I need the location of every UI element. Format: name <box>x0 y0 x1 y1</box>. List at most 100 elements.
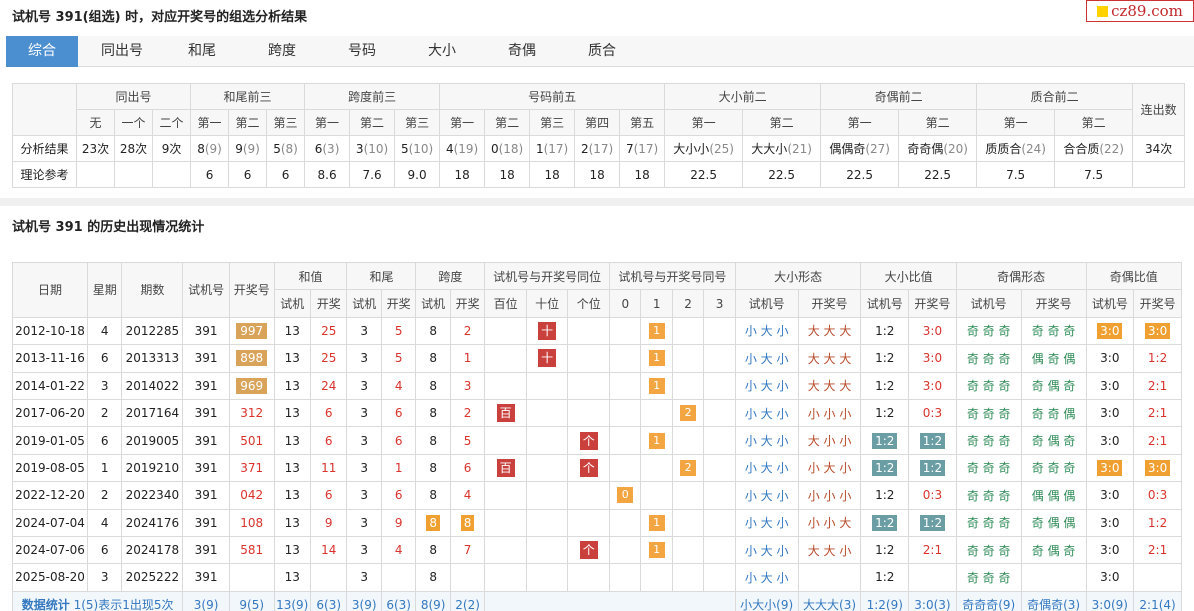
oe-ratio-draw-value: 2:1 <box>1147 406 1168 421</box>
same-number-n2 <box>671 426 705 455</box>
result-value: 9次 <box>161 142 182 156</box>
tail-draw-cell: 1 <box>380 453 417 483</box>
result-value: 3 <box>355 141 364 156</box>
span-test-cell-value: 8 <box>429 378 437 393</box>
tail-test-cell: 3 <box>346 481 382 510</box>
result-count: (22) <box>1099 142 1124 156</box>
week-cell: 1 <box>87 453 123 483</box>
week-cell: 4 <box>87 508 123 537</box>
same-number-n1 <box>640 481 673 510</box>
bs-ratio-draw: 1:2 <box>908 426 957 455</box>
bs-ratio-test-value: 1:2 <box>875 378 895 393</box>
oe-ratio-draw-value: 2:1 <box>1147 378 1168 393</box>
tab-comprehensive[interactable]: 综合 <box>6 36 78 67</box>
stats-note: 1(5)表示1出现5次 <box>73 598 174 611</box>
same-number-n3 <box>703 344 736 373</box>
date-cell: 2019-01-05 <box>11 426 89 455</box>
oe-form-draw: 奇 奇 偶 <box>1020 398 1087 428</box>
test-number-cell: 391 <box>182 371 230 400</box>
same-position-bai <box>484 563 527 592</box>
number-marker: 1 <box>648 322 665 339</box>
oe-form-draw: 奇 奇 奇 <box>1020 316 1087 346</box>
sum-draw-cell: 24 <box>309 371 348 400</box>
oe-form-test: 奇 奇 奇 <box>955 563 1022 592</box>
span-test-cell: 8 <box>415 535 451 565</box>
span-draw-cell-value: 1 <box>463 351 472 366</box>
same-number-n3 <box>703 563 736 592</box>
bs-form-test: 小 大 小 <box>734 398 799 428</box>
bs-ratio-test: 1:2 <box>860 481 910 510</box>
reference-cell: 22.5 <box>664 161 744 188</box>
date-cell: 2019-08-05 <box>11 453 89 483</box>
same-number-n3 <box>703 316 736 346</box>
subheader-cell: 第一 <box>439 109 486 136</box>
week-cell: 6 <box>87 535 123 565</box>
tail-draw-cell: 6 <box>380 426 417 455</box>
reference-cell: 6 <box>266 161 306 188</box>
sub-draw-num: 开奖号 <box>1133 289 1182 318</box>
logo-text: cz89.com <box>1111 2 1183 20</box>
sub-1: 1 <box>640 289 673 318</box>
tab-span[interactable]: 跨度 <box>246 36 318 67</box>
theory-reference-row: 理论参考 6 6 6 8.6 7.6 9.0 18 18 18 18 18 22.5 22.5 22.5 22… <box>12 161 1186 188</box>
result-cell: 3(10) <box>349 135 396 162</box>
stats-cell: 1:2(9) <box>860 590 910 611</box>
tab-prime-composite[interactable]: 质合 <box>566 36 638 67</box>
oe-form-draw: 奇 偶 奇 <box>1020 426 1087 455</box>
site-logo[interactable]: cz89.com <box>1086 0 1194 22</box>
stats-cell: 3:0(3) <box>908 590 957 611</box>
same-number-n2 <box>671 316 705 346</box>
table-row: 2012-10-18 4 2012285 391 997 13 25 3 5 8 2 十 1 小 大 小大… <box>11 316 1182 346</box>
same-position-bai <box>484 535 527 565</box>
bs-ratio-draw: 1:2 <box>908 508 957 537</box>
subheader-cell: 第一 <box>664 109 744 136</box>
logo-square-icon <box>1097 5 1109 17</box>
sum-test-cell: 13 <box>273 535 311 565</box>
issue-cell: 2024176 <box>121 508 184 537</box>
same-position-ge <box>567 316 611 346</box>
stats-cell: 6(3) <box>309 590 348 611</box>
tab-odd-even[interactable]: 奇偶 <box>486 36 558 67</box>
span-draw-cell: 6 <box>449 453 486 483</box>
result-value: 8 <box>197 141 205 156</box>
result-cell: 5(8) <box>266 135 306 162</box>
oe-ratio-draw: 3:0 <box>1133 316 1182 346</box>
same-number-n1: 1 <box>640 371 673 400</box>
draw-number-cell-value: 581 <box>240 543 264 558</box>
bs-form-test: 小 大 小 <box>734 371 799 400</box>
oe-ratio-draw: 0:3 <box>1133 481 1182 510</box>
date-cell: 2012-10-18 <box>11 316 89 346</box>
tab-number[interactable]: 号码 <box>326 36 398 67</box>
sum-test-cell: 13 <box>273 563 311 592</box>
same-number-n0 <box>609 371 642 400</box>
sum-test-cell: 13 <box>273 371 311 400</box>
issue-cell: 2022340 <box>121 481 184 510</box>
oe-form-draw: 偶 奇 偶 <box>1020 344 1087 373</box>
subheader-cell: 第一 <box>304 109 351 136</box>
tab-big-small[interactable]: 大小 <box>406 36 478 67</box>
section-divider <box>0 198 1194 206</box>
sub-2: 2 <box>671 289 705 318</box>
draw-number-cell: 312 <box>228 398 275 428</box>
same-position-bai <box>484 481 527 510</box>
issue-cell: 2017164 <box>121 398 184 428</box>
span-test-cell-value: 8 <box>429 570 437 585</box>
draw-number-cell: 371 <box>228 453 275 483</box>
result-cell: 合合质(22) <box>1054 135 1134 162</box>
draw-number-cell-value: 108 <box>240 515 264 530</box>
tab-same-out[interactable]: 同出号 <box>86 36 158 67</box>
same-position-shi <box>525 371 569 400</box>
test-number-cell: 391 <box>182 535 230 565</box>
date-cell: 2014-01-22 <box>11 371 89 400</box>
bs-form-draw: 大 大 大 <box>797 371 862 400</box>
result-value: 0 <box>490 141 499 156</box>
result-count: (9) <box>204 141 222 156</box>
col-sum-tail: 和尾 <box>346 261 417 291</box>
oe-form-test: 奇 奇 奇 <box>955 481 1022 510</box>
tab-sum-tail[interactable]: 和尾 <box>166 36 238 67</box>
stats-cell: 大大大(3) <box>797 590 862 611</box>
bs-ratio-test-value: 1:2 <box>875 543 895 558</box>
table-header-row: 同出号 和尾前三 跨度前三 号码前五 大小前二 奇偶前二 质合前二 连出数 <box>12 83 1186 136</box>
bs-ratio-draw-value: 1:2 <box>919 459 946 476</box>
span-draw-cell-value: 2 <box>463 323 472 338</box>
